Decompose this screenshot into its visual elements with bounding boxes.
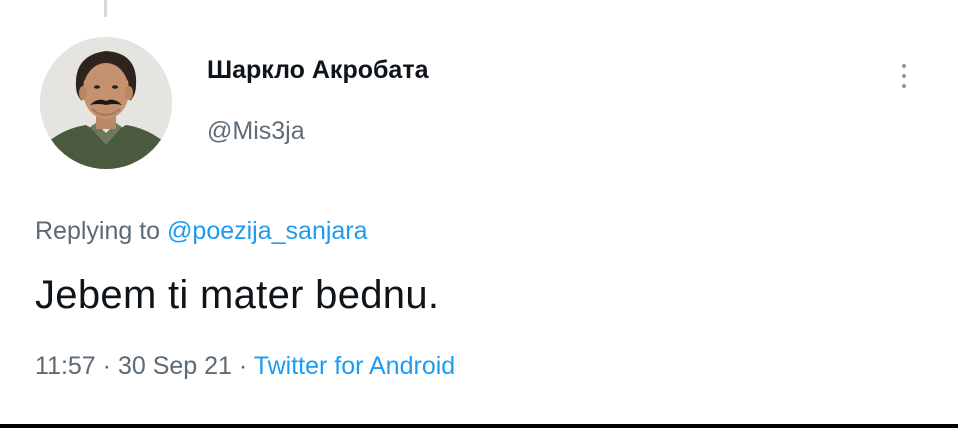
tweet-source-link[interactable]: Twitter for Android bbox=[254, 352, 455, 380]
tweet-meta: 11:57 · 30 Sep 21 · Twitter for Android bbox=[35, 352, 455, 381]
avatar-image bbox=[40, 37, 172, 169]
user-handle[interactable]: @Mis3ja bbox=[207, 117, 305, 146]
more-dot bbox=[902, 84, 906, 88]
meta-separator: · bbox=[231, 352, 254, 380]
meta-separator: · bbox=[95, 352, 118, 380]
replying-to-label: Replying to bbox=[35, 217, 168, 245]
more-dot bbox=[902, 74, 906, 78]
tweet-text: Jebem ti mater bednu. bbox=[35, 273, 440, 317]
display-name[interactable]: Шаркло Акробата bbox=[207, 56, 428, 85]
tweet-date[interactable]: 30 Sep 21 bbox=[118, 352, 232, 380]
tweet-time[interactable]: 11:57 bbox=[35, 352, 96, 380]
reply-mention-link[interactable]: @poezija_sanjara bbox=[167, 217, 368, 245]
replying-to-line: Replying to @poezija_sanjara bbox=[35, 217, 368, 246]
more-dot bbox=[902, 64, 906, 68]
more-options-icon[interactable] bbox=[892, 56, 916, 96]
avatar[interactable] bbox=[40, 37, 172, 169]
tweet-card: Шаркло Акробата @Mis3ja Replying to @poe… bbox=[0, 0, 958, 424]
thread-connector-line bbox=[104, 0, 107, 17]
